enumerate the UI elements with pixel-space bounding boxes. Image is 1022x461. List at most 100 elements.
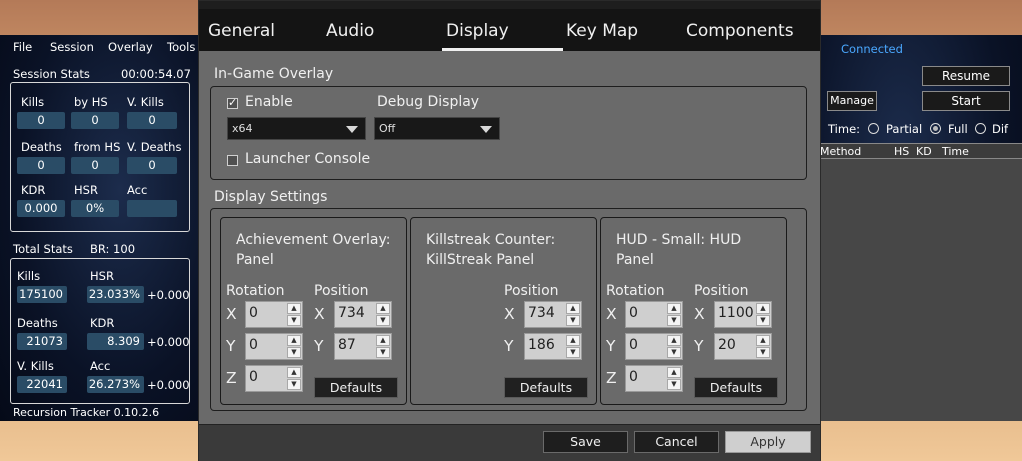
spin-down-icon[interactable]: ▼ — [566, 315, 580, 326]
spin-down-icon[interactable]: ▼ — [667, 315, 681, 326]
rotation-x-spinner[interactable]: 0 ▲ ▼ — [625, 301, 683, 328]
active-tab-indicator — [442, 48, 563, 51]
architecture-select-value: x64 — [232, 122, 253, 135]
save-button[interactable]: Save — [543, 431, 628, 453]
time-label: Time: — [828, 122, 861, 136]
pos-y-axis-label: Y — [314, 337, 324, 355]
resume-button[interactable]: Resume — [922, 66, 1010, 86]
time-partial-radio[interactable] — [868, 123, 879, 134]
position-x-spinner[interactable]: 734 ▲ ▼ — [524, 301, 582, 328]
hud-small-panel: HUD - Small: HUD Panel Rotation Position… — [600, 217, 787, 405]
rotation-z-spinner[interactable]: 0 ▲ ▼ — [625, 365, 683, 392]
spin-down-icon[interactable]: ▼ — [667, 379, 681, 390]
spin-down-icon[interactable]: ▼ — [756, 315, 770, 326]
spin-down-icon[interactable]: ▼ — [376, 315, 390, 326]
menu-tools[interactable]: Tools — [167, 40, 195, 54]
total-hsr-delta: +0.000 — [147, 288, 190, 302]
total-v-kills-label: V. Kills — [17, 359, 54, 373]
column-hs[interactable]: HS — [894, 145, 909, 158]
spin-up-icon[interactable]: ▲ — [287, 367, 301, 378]
time-dif-label: Dif — [992, 122, 1009, 136]
spin-up-icon[interactable]: ▲ — [376, 303, 390, 314]
rotation-x-spinner[interactable]: 0 ▲ ▼ — [245, 301, 303, 328]
architecture-select[interactable]: x64 — [227, 117, 366, 140]
spin-down-icon[interactable]: ▼ — [566, 347, 580, 358]
pos-y-axis-label: Y — [694, 337, 704, 355]
total-stats-box: Kills HSR 175100 23.033% +0.000 Deaths K… — [10, 258, 190, 404]
time-dif-radio[interactable] — [975, 123, 986, 134]
in-game-overlay-title: In-Game Overlay — [214, 66, 334, 82]
spin-down-icon[interactable]: ▼ — [287, 347, 301, 358]
menu-file[interactable]: File — [13, 40, 32, 54]
session-by-hs-value: 0 — [71, 112, 119, 129]
spin-up-icon[interactable]: ▲ — [756, 303, 770, 314]
column-kd[interactable]: KD — [916, 145, 932, 158]
total-deaths-value: 21073 — [17, 333, 67, 350]
spin-up-icon[interactable]: ▲ — [667, 303, 681, 314]
column-time[interactable]: Time — [942, 145, 969, 158]
hud-small-title: HUD - Small: HUD Panel — [616, 232, 742, 268]
manage-button[interactable]: Manage — [827, 91, 877, 111]
position-x-spinner[interactable]: 1100 ▲ ▼ — [714, 301, 772, 328]
spin-down-icon[interactable]: ▼ — [667, 347, 681, 358]
session-acc-value — [127, 200, 177, 217]
spin-up-icon[interactable]: ▲ — [287, 303, 301, 314]
tab-display[interactable]: Display — [446, 21, 509, 41]
rotation-y-spinner[interactable]: 0 ▲ ▼ — [625, 333, 683, 360]
session-hsr-value: 0% — [71, 200, 119, 217]
pos-y-axis-label: Y — [504, 337, 514, 355]
spin-down-icon[interactable]: ▼ — [756, 347, 770, 358]
total-stats-label: Total Stats — [13, 242, 73, 256]
session-kills-label: Kills — [21, 95, 45, 109]
defaults-button[interactable]: Defaults — [314, 377, 398, 398]
session-v-kills-value: 0 — [127, 112, 177, 129]
session-control-window: Connected Resume Manage Start Time: Part… — [820, 35, 1022, 421]
position-label: Position — [314, 283, 369, 299]
menu-overlay[interactable]: Overlay — [108, 40, 153, 54]
start-button[interactable]: Start — [922, 91, 1010, 111]
defaults-button[interactable]: Defaults — [504, 377, 588, 398]
column-method[interactable]: Method — [820, 145, 861, 158]
rotation-label: Rotation — [606, 283, 665, 299]
enable-overlay-checkbox[interactable] — [227, 96, 238, 109]
launcher-console-checkbox[interactable] — [227, 155, 238, 166]
tab-components[interactable]: Components — [686, 21, 794, 41]
spin-up-icon[interactable]: ▲ — [667, 335, 681, 346]
session-from-hs-label: from HS — [74, 140, 121, 154]
position-y-spinner[interactable]: 20 ▲ ▼ — [714, 333, 772, 360]
session-v-kills-label: V. Kills — [127, 95, 164, 109]
session-kills-value: 0 — [17, 112, 65, 129]
rotation-z-spinner[interactable]: 0 ▲ ▼ — [245, 365, 303, 392]
rotation-y-spinner[interactable]: 0 ▲ ▼ — [245, 333, 303, 360]
spin-down-icon[interactable]: ▼ — [376, 347, 390, 358]
session-kdr-value: 0.000 — [17, 200, 65, 217]
spin-up-icon[interactable]: ▲ — [376, 335, 390, 346]
session-v-deaths-value: 0 — [127, 157, 177, 174]
debug-display-select[interactable]: Off — [374, 117, 500, 140]
tab-general[interactable]: General — [208, 21, 275, 41]
session-v-deaths-label: V. Deaths — [127, 140, 182, 154]
position-y-spinner[interactable]: 87 ▲ ▼ — [334, 333, 392, 360]
cancel-button[interactable]: Cancel — [634, 431, 719, 453]
menu-session[interactable]: Session — [50, 40, 94, 54]
position-y-spinner[interactable]: 186 ▲ ▼ — [524, 333, 582, 360]
spin-down-icon[interactable]: ▼ — [287, 315, 301, 326]
tab-audio[interactable]: Audio — [326, 21, 374, 41]
session-acc-label: Acc — [127, 183, 148, 197]
defaults-button[interactable]: Defaults — [694, 377, 778, 398]
rot-y-axis-label: Y — [606, 337, 616, 355]
kills-table-body[interactable] — [820, 159, 1022, 421]
rotation-z-value: 0 — [629, 369, 638, 385]
position-label: Position — [504, 283, 559, 299]
spin-up-icon[interactable]: ▲ — [667, 367, 681, 378]
spin-up-icon[interactable]: ▲ — [756, 335, 770, 346]
tab-key-map[interactable]: Key Map — [566, 21, 638, 41]
spin-down-icon[interactable]: ▼ — [287, 379, 301, 390]
spin-up-icon[interactable]: ▲ — [566, 303, 580, 314]
position-x-value: 734 — [338, 305, 365, 321]
spin-up-icon[interactable]: ▲ — [566, 335, 580, 346]
apply-button[interactable]: Apply — [725, 431, 811, 453]
time-full-radio[interactable] — [930, 123, 941, 134]
spin-up-icon[interactable]: ▲ — [287, 335, 301, 346]
position-x-spinner[interactable]: 734 ▲ ▼ — [334, 301, 392, 328]
